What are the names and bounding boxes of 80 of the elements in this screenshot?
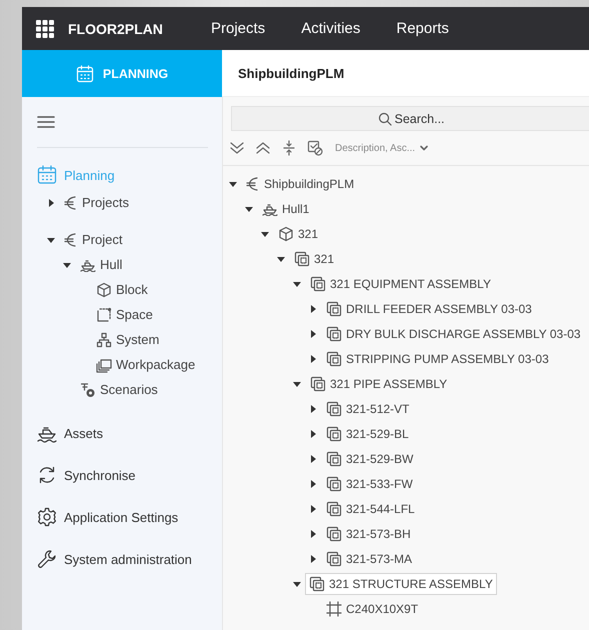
- cube-icon: [96, 282, 112, 298]
- assembly-icon: [326, 526, 342, 542]
- euro-icon: [64, 194, 78, 210]
- breadcrumb-title: ShipbuildingPLM: [238, 66, 344, 80]
- tree-item[interactable]: 321-512-VT: [346, 402, 410, 416]
- tree-item[interactable]: Block: [116, 282, 148, 297]
- assembly-icon: [326, 326, 342, 342]
- tree-item[interactable]: 321: [314, 252, 334, 266]
- expand-all-button[interactable]: [229, 140, 245, 156]
- tree-item[interactable]: DRILL FEEDER ASSEMBLY 03-03: [346, 302, 532, 316]
- wrench-icon: [37, 549, 57, 569]
- part-icon: [326, 600, 342, 616]
- tree-item[interactable]: C240X10X9T: [346, 602, 418, 616]
- nav-item[interactable]: Application Settings: [37, 506, 208, 528]
- collapse-all-button[interactable]: [255, 140, 271, 156]
- expand-all-icon: [229, 140, 245, 156]
- tree-item[interactable]: Scenarios: [100, 382, 158, 397]
- tree-item[interactable]: System: [116, 332, 160, 347]
- selected-tree-item[interactable]: 321 STRUCTURE ASSEMBLY: [305, 572, 497, 594]
- tree-item[interactable]: 321 STRUCTURE ASSEMBLY: [329, 576, 493, 590]
- assembly-icon: [326, 450, 342, 466]
- tree-item[interactable]: 321-544-LFL: [346, 502, 415, 516]
- nav-item[interactable]: System administration: [37, 548, 208, 570]
- assembly-icon: [326, 500, 342, 516]
- check-filter-button[interactable]: [307, 140, 323, 156]
- assembly-icon: [326, 300, 342, 316]
- boat-icon: [80, 258, 96, 272]
- sync-icon: [37, 465, 57, 485]
- nav-item[interactable]: Synchronise: [37, 464, 208, 486]
- check-filter-icon: [307, 140, 323, 156]
- assembly-icon: [310, 276, 326, 292]
- collapse-to-level-button[interactable]: [281, 140, 297, 156]
- assembly-icon: [326, 350, 342, 366]
- collapse-all-icon: [255, 140, 271, 156]
- assembly-icon: [326, 476, 342, 492]
- tree-item[interactable]: Workpackage: [116, 357, 196, 372]
- assembly-icon: [326, 426, 342, 442]
- scenario-icon: [80, 382, 96, 398]
- app-grid-icon: [36, 20, 54, 38]
- stacked-windows-icon: [96, 356, 112, 372]
- tree-item[interactable]: 321-573-BH: [346, 526, 411, 540]
- menu-item[interactable]: Reports: [396, 20, 449, 37]
- euro-icon: [246, 176, 260, 192]
- tree-item[interactable]: STRIPPING PUMP ASSEMBLY 03-03: [346, 352, 549, 366]
- calendar-icon: [76, 64, 94, 82]
- tree-item[interactable]: Hull1: [282, 202, 310, 216]
- tree-item[interactable]: DRY BULK DISCHARGE ASSEMBLY 03-03: [346, 326, 581, 340]
- boat-icon: [262, 202, 278, 216]
- tree-item[interactable]: Projects: [82, 195, 129, 210]
- tree-item[interactable]: 321 PIPE ASSEMBLY: [330, 376, 448, 390]
- assembly-icon: [326, 550, 342, 566]
- euro-icon: [64, 232, 78, 248]
- menu-icon: [37, 115, 55, 129]
- assembly-icon: [326, 400, 342, 416]
- cube-icon: [278, 226, 294, 242]
- tree-item[interactable]: ShipbuildingPLM: [264, 176, 354, 190]
- menu-item[interactable]: Activities: [301, 20, 360, 37]
- assembly-icon: [294, 250, 310, 266]
- calendar-icon: [37, 165, 57, 185]
- tree-item[interactable]: 321-533-FW: [346, 476, 413, 490]
- tree-item[interactable]: 321: [298, 226, 318, 240]
- menu-item[interactable]: Projects: [211, 20, 266, 37]
- tree-item[interactable]: Space: [116, 307, 153, 322]
- tree-item[interactable]: 321-573-MA: [346, 552, 412, 566]
- tree-item[interactable]: Hull: [100, 257, 122, 272]
- dashed-square-icon: [96, 306, 112, 322]
- settings-icon: [37, 507, 57, 527]
- chevron-down-icon: [419, 143, 430, 153]
- tree-item[interactable]: 321-529-BL: [346, 426, 409, 440]
- assembly-icon: [309, 576, 325, 592]
- tree-item[interactable]: 321-529-BW: [346, 452, 414, 466]
- nav-item[interactable]: Assets: [37, 422, 208, 444]
- collapse-to-level-icon: [281, 140, 297, 156]
- app-name: FLOOR2PLAN: [68, 20, 163, 36]
- tree-item[interactable]: 321 EQUIPMENT ASSEMBLY: [330, 276, 491, 290]
- assembly-icon: [310, 376, 326, 392]
- hierarchy-icon: [96, 332, 112, 348]
- tree-item[interactable]: Project: [82, 232, 122, 247]
- search-icon: [378, 112, 392, 126]
- search-field[interactable]: Search...: [231, 106, 589, 131]
